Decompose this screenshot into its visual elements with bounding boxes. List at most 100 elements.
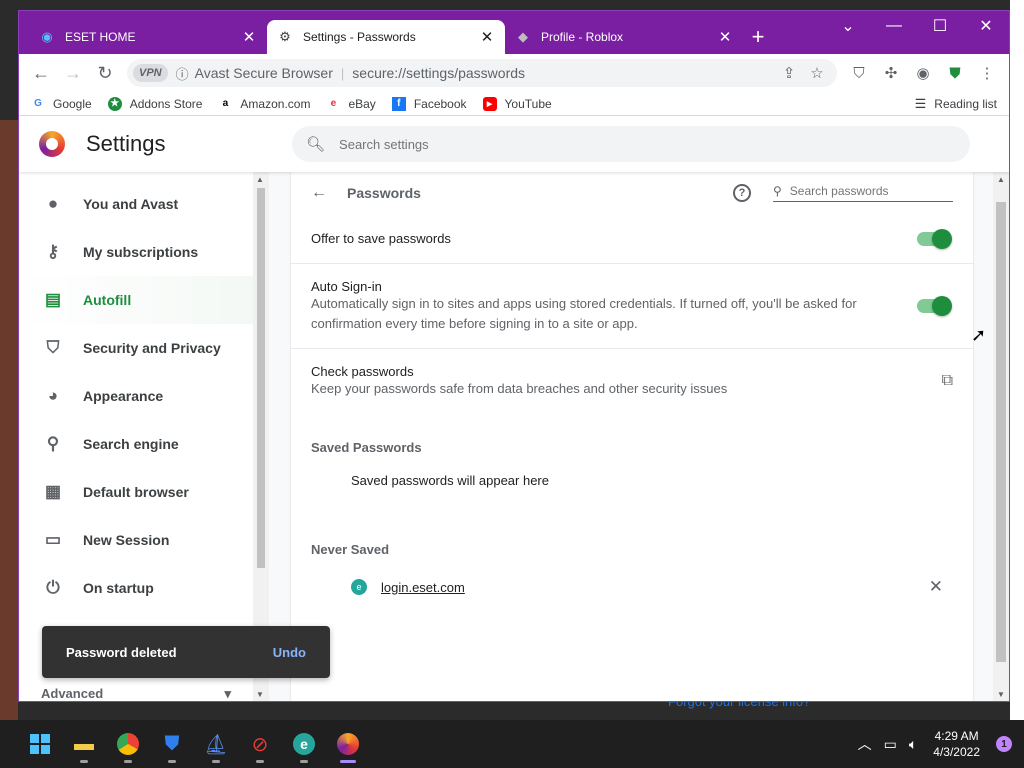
sidebar-item-new-session[interactable]: ▭ New Session xyxy=(19,516,269,564)
scroll-down-icon[interactable]: ▼ xyxy=(256,690,264,699)
bookmark-amazon[interactable]: a Amazon.com xyxy=(218,97,311,111)
bookmark-label: Facebook xyxy=(413,96,467,111)
share-icon[interactable]: ⇪ xyxy=(775,64,803,82)
taskbar-chrome[interactable] xyxy=(106,722,150,766)
never-saved-site-link[interactable]: login.eset.com xyxy=(381,580,929,595)
close-icon[interactable]: ✕ xyxy=(717,28,733,46)
offer-to-save-row: Offer to save passwords xyxy=(291,214,973,264)
remove-icon[interactable]: ✕ xyxy=(929,577,943,597)
sidebar-scrollbar[interactable]: ▲ ▼ xyxy=(253,172,269,701)
taskbar-eset[interactable]: e xyxy=(282,722,326,766)
tab-profile-roblox[interactable]: ◆ Profile - Roblox ✕ xyxy=(505,20,743,54)
menu-icon[interactable]: ⋮ xyxy=(971,64,1003,82)
maximize-icon[interactable]: ☐ xyxy=(917,11,963,41)
auto-signin-toggle[interactable] xyxy=(917,296,952,316)
back-icon[interactable]: ← xyxy=(25,57,57,89)
password-search-input[interactable] xyxy=(789,184,950,198)
check-passwords-row[interactable]: Check passwords Keep your passwords safe… xyxy=(291,349,973,413)
star-icon[interactable]: ☆ xyxy=(803,64,831,82)
security-shield-icon[interactable]: ⛊ xyxy=(939,65,971,82)
window-icon: ▭ xyxy=(44,530,62,549)
clock-time: 4:29 AM xyxy=(934,729,979,743)
content-scrollbar[interactable]: ▲ ▼ xyxy=(993,172,1009,701)
eset-icon: ◉ xyxy=(41,29,53,44)
bookmark-youtube[interactable]: ▶ YouTube xyxy=(482,96,552,111)
taskbar-sailing-app[interactable]: ⛵︎ xyxy=(194,722,238,766)
scroll-down-icon[interactable]: ▼ xyxy=(997,690,1005,699)
bookmark-facebook[interactable]: f Facebook xyxy=(391,96,467,111)
offer-to-save-toggle[interactable] xyxy=(917,228,952,249)
tab-search-icon[interactable]: ⌄ xyxy=(825,11,871,41)
bookmark-addons-store[interactable]: ★ Addons Store xyxy=(107,96,202,111)
bookmark-google[interactable]: G Google xyxy=(31,97,92,111)
settings-search[interactable]: 🔍︎ xyxy=(292,126,970,162)
vpn-button[interactable]: VPN xyxy=(133,64,168,82)
scroll-up-icon[interactable]: ▲ xyxy=(256,175,264,184)
bookmark-ebay[interactable]: e eBay xyxy=(326,96,376,111)
notification-badge[interactable]: 1 xyxy=(996,736,1012,752)
shield-icon: ⛊ xyxy=(164,732,180,755)
search-icon: ⚲ xyxy=(773,184,782,198)
forward-icon[interactable]: → xyxy=(57,57,89,89)
sidebar-item-you-and-avast[interactable]: ● You and Avast xyxy=(19,180,269,228)
chevron-up-icon[interactable]: ︿ xyxy=(858,734,872,754)
sidebar-item-my-subscriptions[interactable]: ⚷ My subscriptions xyxy=(19,228,269,276)
eset-icon: e xyxy=(293,733,315,755)
puzzle-icon[interactable]: ✣ xyxy=(875,64,907,82)
undo-button[interactable]: Undo xyxy=(273,645,306,660)
url-text[interactable]: secure://settings/passwords xyxy=(352,65,775,81)
taskbar-defender[interactable]: ⛊ xyxy=(150,722,194,766)
open-in-new-icon[interactable]: ⧉ xyxy=(942,372,953,390)
back-arrow-icon[interactable]: ← xyxy=(311,184,327,202)
tab-title: Settings - Passwords xyxy=(303,30,416,44)
address-bar[interactable]: VPN ⓘ Avast Secure Browser | secure://se… xyxy=(127,59,837,87)
sidebar-item-label: Autofill xyxy=(83,292,132,308)
clock[interactable]: 4:29 AM 4/3/2022 xyxy=(933,728,980,760)
start-button[interactable] xyxy=(18,722,62,766)
power-icon: ⏻ xyxy=(46,578,60,597)
close-window-icon[interactable]: ✕ xyxy=(963,11,1009,41)
new-tab-button[interactable]: + xyxy=(743,20,773,54)
close-icon[interactable]: ✕ xyxy=(241,28,257,46)
tab-settings-passwords[interactable]: ⚙ Settings - Passwords ✕ xyxy=(267,20,505,54)
password-search[interactable]: ⚲ xyxy=(773,184,953,202)
minimize-icon[interactable]: — xyxy=(871,11,917,41)
bookmark-label: eBay xyxy=(348,96,376,111)
sidebar-item-appearance[interactable]: ◕ Appearance xyxy=(19,372,269,420)
chrome-icon xyxy=(117,733,139,755)
blocked-icon: ⊘ xyxy=(251,733,269,756)
sidebar-item-search-engine[interactable]: ⚲ Search engine xyxy=(19,420,269,468)
youtube-icon: ▶ xyxy=(482,96,497,111)
taskbar-blocked-app[interactable]: ⊘ xyxy=(238,722,282,766)
shield-icon: ⛉ xyxy=(46,338,60,357)
scroll-up-icon[interactable]: ▲ xyxy=(997,175,1005,184)
sidebar-item-label: My subscriptions xyxy=(83,244,199,260)
sidebar-item-default-browser[interactable]: ▦ Default browser xyxy=(19,468,269,516)
check-passwords-text: Check passwords Keep your passwords safe… xyxy=(311,364,942,399)
scrollbar-thumb[interactable] xyxy=(257,188,265,568)
reload-icon[interactable]: ↻ xyxy=(89,57,121,89)
sidebar-item-autofill[interactable]: ▤ Autofill xyxy=(19,276,269,324)
sidebar-item-label: On startup xyxy=(83,580,154,596)
never-saved-title: Never Saved xyxy=(311,542,390,557)
extensions-area: ⛉ ✣ ◉ ⛊ ⋮ xyxy=(843,64,1003,83)
passwords-header: ← Passwords ? ⚲ xyxy=(291,172,973,214)
network-icon[interactable]: ▭ xyxy=(884,736,897,753)
advanced-toggle[interactable]: Advanced ▾ xyxy=(41,686,231,701)
scrollbar-thumb[interactable] xyxy=(996,202,1006,662)
settings-search-input[interactable] xyxy=(339,136,956,152)
help-icon[interactable]: ? xyxy=(733,184,751,202)
volume-icon[interactable]: 🔈︎ xyxy=(909,736,917,753)
sidebar-item-security-and-privacy[interactable]: ⛉ Security and Privacy xyxy=(19,324,269,372)
profile-icon[interactable]: ◉ xyxy=(907,64,939,82)
bookmark-label: YouTube xyxy=(504,96,552,111)
taskbar-file-explorer[interactable]: ▬ xyxy=(62,722,106,766)
reading-list-button[interactable]: ☰ Reading list xyxy=(915,96,997,112)
sidebar-item-on-startup[interactable]: ⏻ On startup xyxy=(19,564,269,612)
adblock-icon[interactable]: ⛉ xyxy=(843,65,875,82)
windows-logo-icon xyxy=(30,734,50,754)
taskbar-avast-browser[interactable] xyxy=(326,722,370,766)
taskbar: ▬ ⛊ ⛵︎ ⊘ e ︿ ▭ 🔈︎ 4:29 AM 4/3/2022 1 xyxy=(0,720,1024,768)
close-icon[interactable]: ✕ xyxy=(479,28,495,46)
tab-eset-home[interactable]: ◉ ESET HOME ✕ xyxy=(29,20,267,54)
